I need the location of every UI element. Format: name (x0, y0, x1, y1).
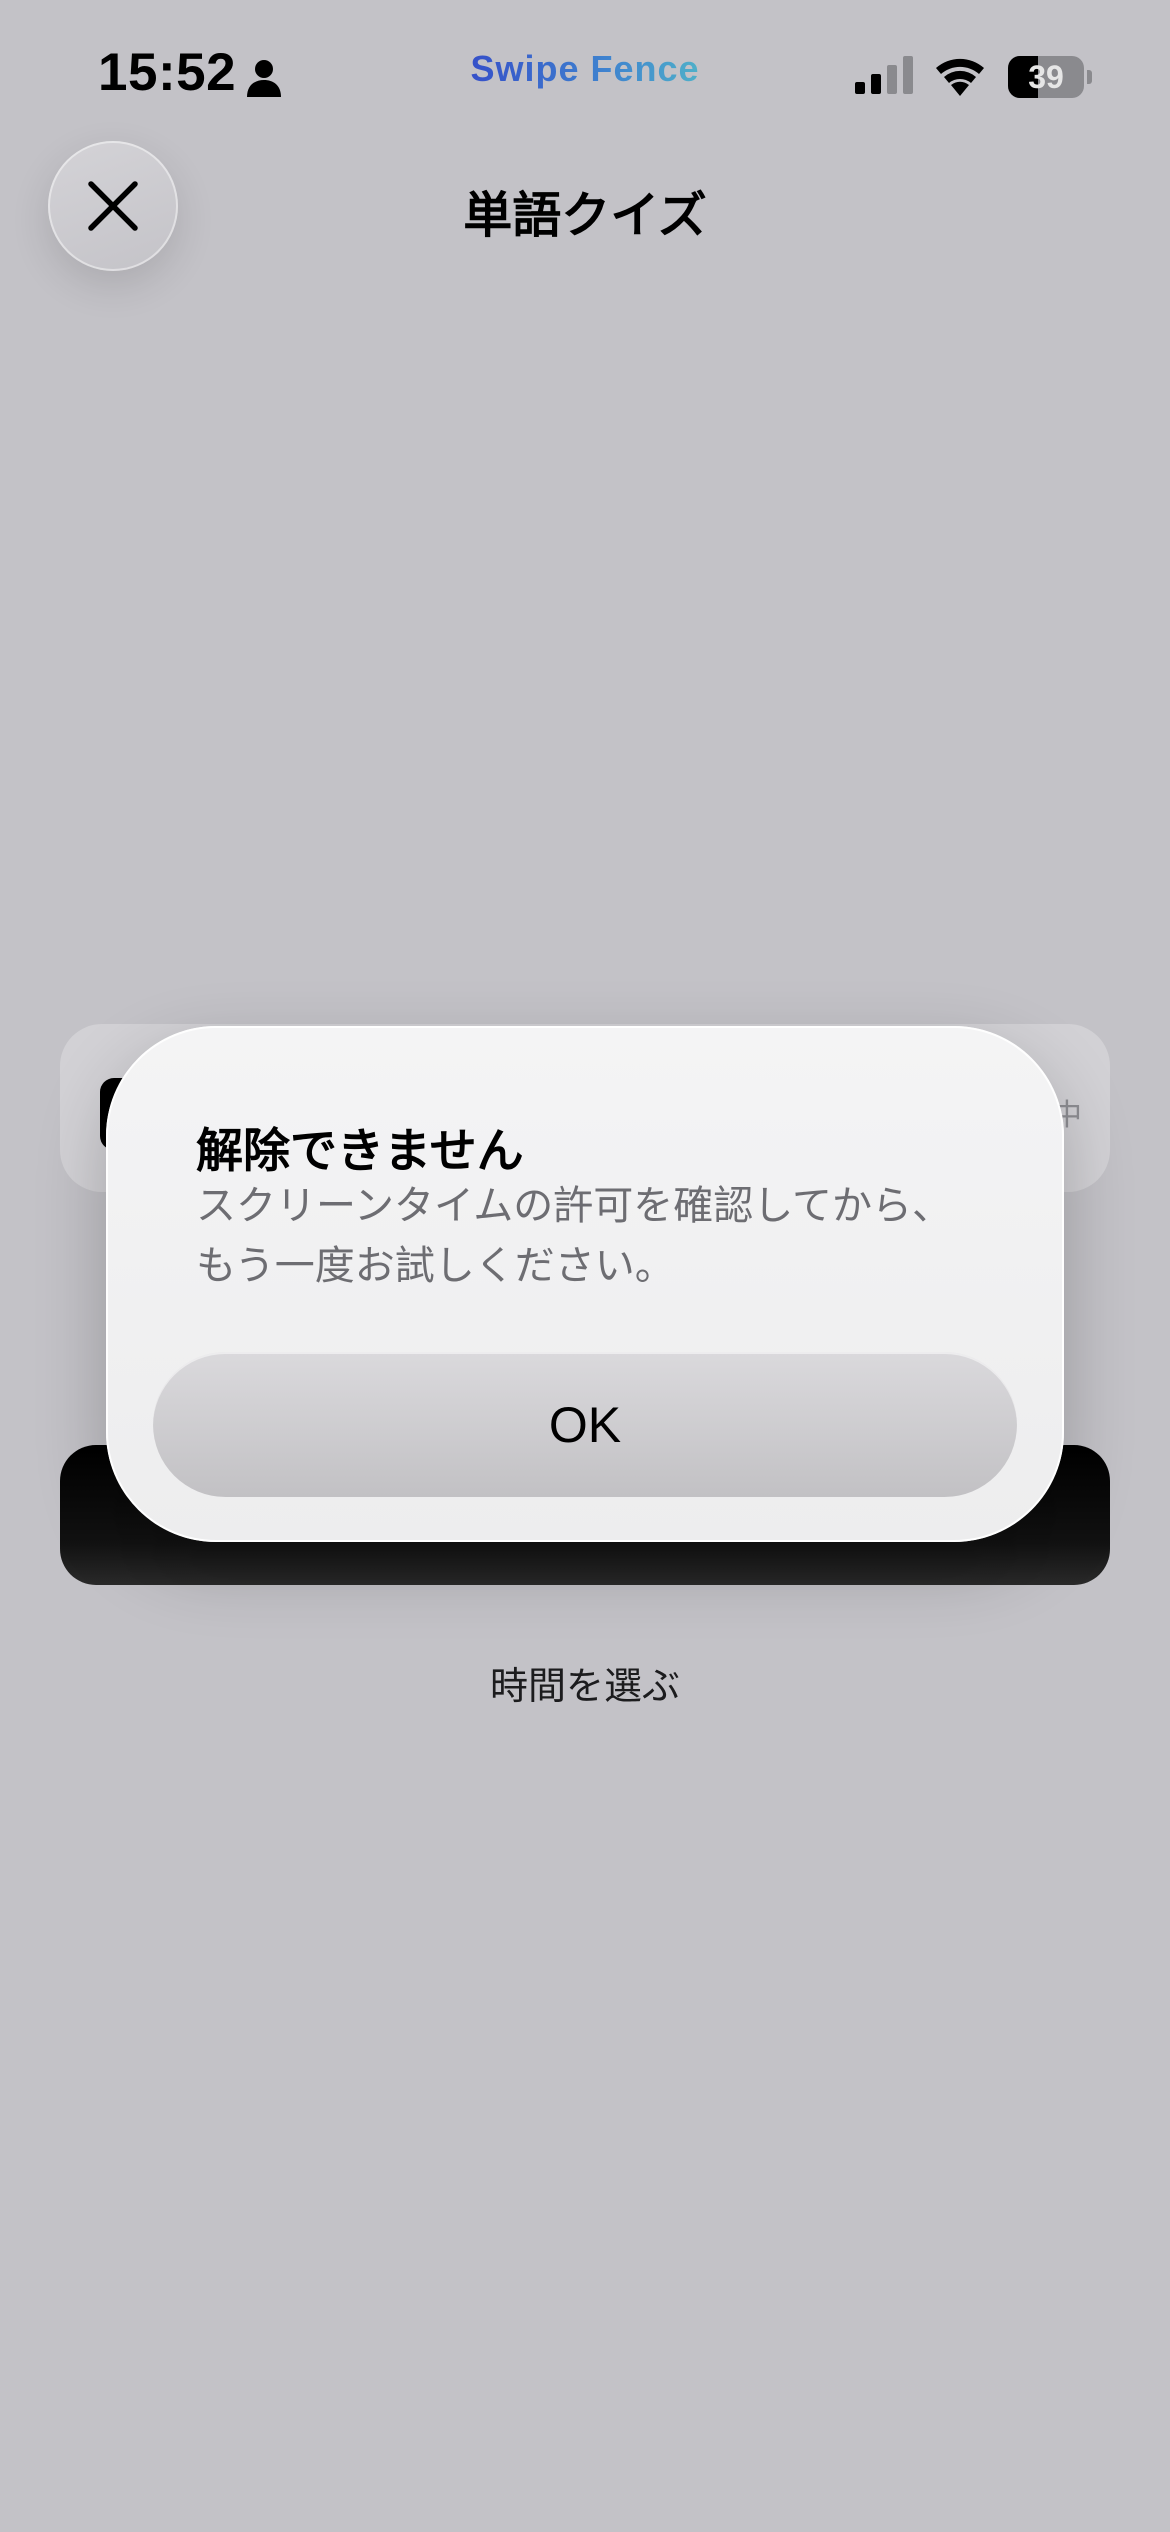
alert-message-line-1: スクリーンタイムの許可を確認してから、 (196, 1183, 952, 1229)
alert-message-line-2: もう一度お試しください。 (196, 1243, 675, 1289)
ok-button[interactable]: OK (153, 1352, 1017, 1497)
alert-message: スクリーンタイムの許可を確認してから、 もう一度お試しください。 (196, 1176, 1016, 1296)
choose-time-link[interactable]: 時間を選ぶ (0, 1655, 1170, 1710)
cellular-signal-icon (855, 56, 913, 94)
alert-title: 解除できません (196, 1124, 524, 1179)
wifi-icon (936, 58, 984, 96)
status-bar: 15:52 Swipe Fence 39 (0, 0, 1170, 150)
battery-indicator: 39 (1008, 56, 1092, 98)
battery-level: 39 (1028, 59, 1064, 95)
page-title: 単語クイズ (463, 187, 707, 244)
alert-dialog: 解除できません スクリーンタイムの許可を確認してから、 もう一度お試しください。… (106, 1026, 1064, 1542)
app-brand: Swipe Fence (470, 48, 700, 89)
